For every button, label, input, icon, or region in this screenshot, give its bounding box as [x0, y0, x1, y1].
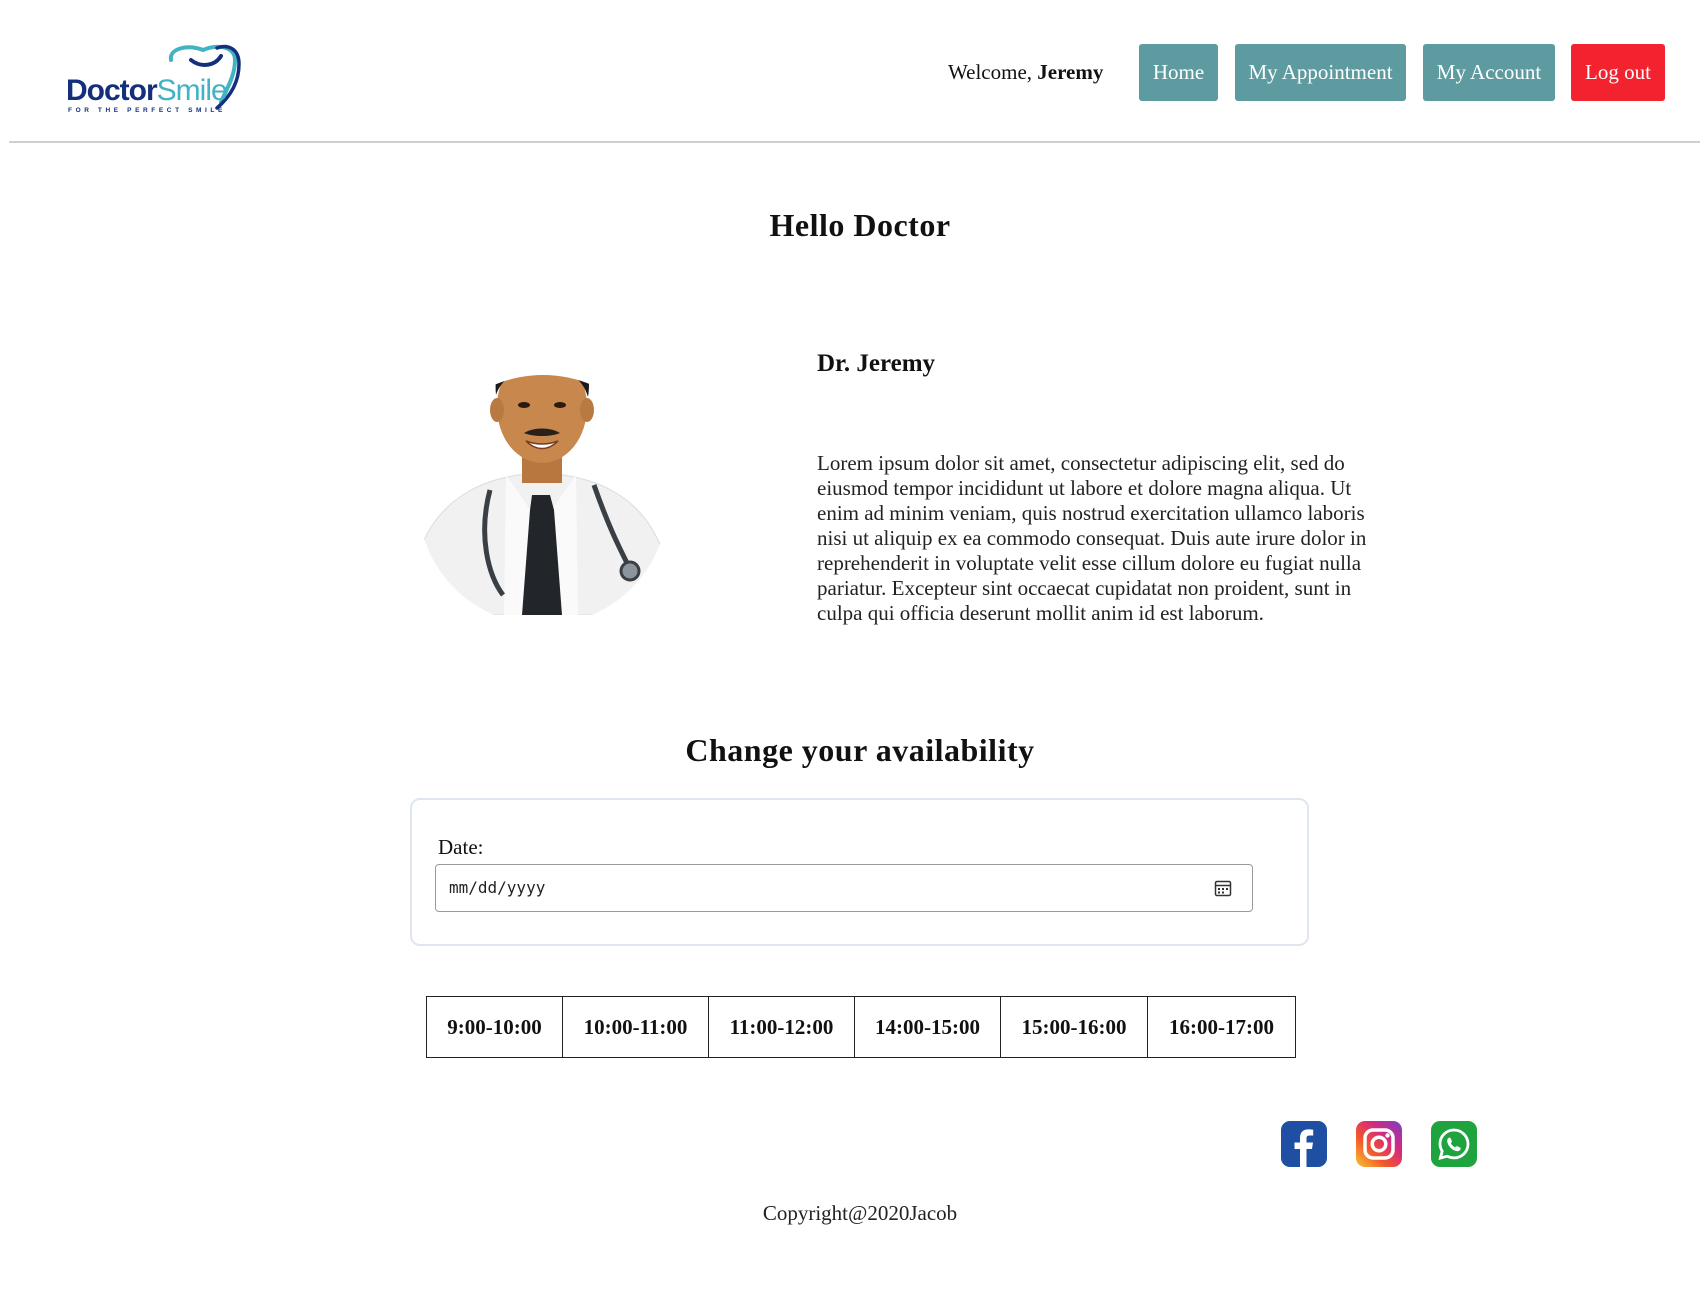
time-slots: 9:00-10:00 10:00-11:00 11:00-12:00 14:00…	[426, 996, 1296, 1058]
facebook-icon[interactable]	[1281, 1121, 1327, 1167]
page: DoctorSmile FOR THE PERFECT SMILE Welcom…	[0, 0, 1700, 1302]
date-placeholder: mm/dd/yyyy	[449, 878, 546, 897]
home-button[interactable]: Home	[1139, 44, 1218, 101]
time-slot[interactable]: 14:00-15:00	[855, 997, 1001, 1057]
logo-tagline: FOR THE PERFECT SMILE	[68, 107, 226, 114]
header-divider	[9, 141, 1700, 143]
time-slot[interactable]: 9:00-10:00	[427, 997, 563, 1057]
date-form-card: Date: mm/dd/yyyy	[410, 798, 1309, 946]
date-label: Date:	[438, 835, 484, 859]
doctor-photo	[418, 325, 665, 616]
my-account-button[interactable]: My Account	[1423, 44, 1555, 101]
page-title: Hello Doctor	[769, 207, 951, 243]
user-name: Jeremy	[1037, 60, 1104, 84]
doctorsmile-logo[interactable]: DoctorSmile FOR THE PERFECT SMILE	[66, 42, 251, 116]
copyright-text: Copyright@2020Jacob	[762, 1201, 958, 1225]
whatsapp-icon[interactable]	[1431, 1121, 1477, 1167]
date-input[interactable]: mm/dd/yyyy	[435, 864, 1253, 912]
logo-wordmark: DoctorSmile	[66, 74, 228, 107]
doctor-bio: Lorem ipsum dolor sit amet, consectetur …	[817, 451, 1367, 625]
time-slot[interactable]: 16:00-17:00	[1148, 997, 1295, 1057]
welcome-message: Welcome, Jeremy	[948, 60, 1104, 84]
my-appointment-button[interactable]: My Appointment	[1235, 44, 1406, 101]
header: DoctorSmile FOR THE PERFECT SMILE Welcom…	[0, 0, 1700, 143]
doctor-name: Dr. Jeremy	[817, 350, 936, 377]
time-slot[interactable]: 15:00-16:00	[1001, 997, 1148, 1057]
time-slot[interactable]: 10:00-11:00	[563, 997, 709, 1057]
calendar-icon[interactable]	[1214, 879, 1232, 897]
availability-title: Change your availability	[685, 732, 1035, 768]
instagram-icon[interactable]	[1356, 1121, 1402, 1167]
time-slot[interactable]: 11:00-12:00	[709, 997, 855, 1057]
logout-button[interactable]: Log out	[1571, 44, 1665, 101]
